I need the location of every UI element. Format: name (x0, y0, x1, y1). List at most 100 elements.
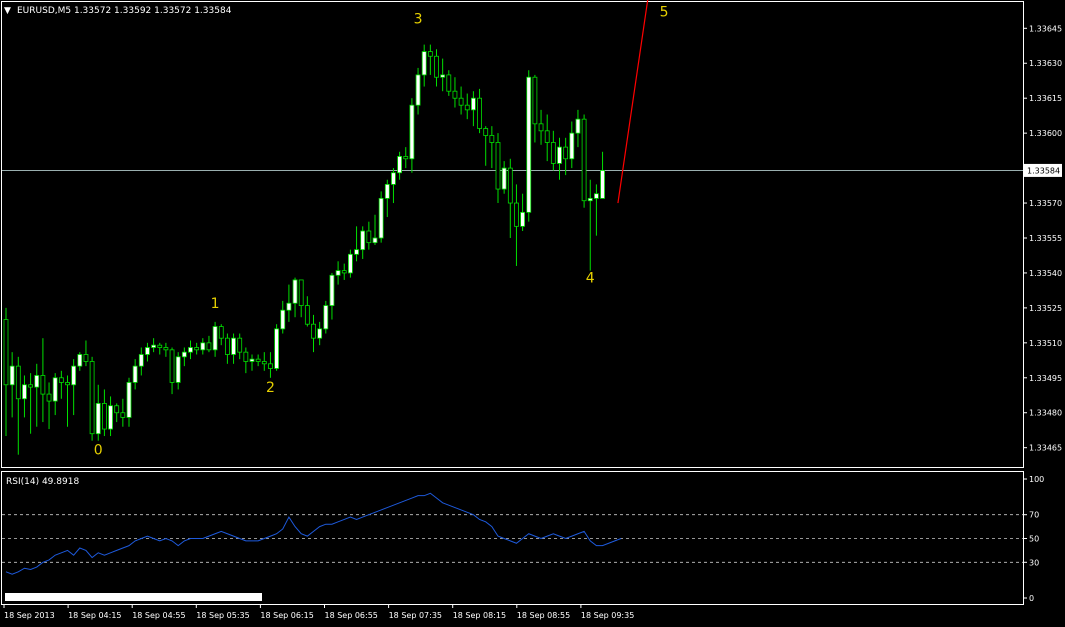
candle-body (329, 274, 335, 306)
candle (581, 114, 587, 208)
price-tick-label: 1.33615 (1029, 94, 1062, 103)
candle-body (114, 405, 120, 414)
candle-body (132, 365, 138, 383)
rsi-tick-label: 30 (1029, 558, 1039, 567)
price-tick-label: 1.33600 (1029, 129, 1062, 138)
candle-body (194, 347, 200, 351)
candle-body (22, 384, 27, 400)
current-price-tag: 1.33584 (1024, 163, 1062, 177)
candle-body (34, 375, 40, 388)
candle-body (77, 354, 83, 367)
candle-body (452, 90, 458, 99)
price-tick-label: 1.33570 (1029, 199, 1062, 208)
candle-body (434, 55, 439, 78)
candle-body (311, 323, 316, 339)
rsi-tick-label: 0 (1029, 594, 1034, 603)
candle-body (83, 354, 89, 362)
candle-body (427, 51, 433, 57)
time-tick-label: 18 Sep 08:15 (453, 611, 506, 620)
rsi-title: RSI(14) 49.8918 (6, 477, 79, 487)
candle-body (261, 361, 267, 365)
candle-body (514, 202, 519, 227)
candle-body (138, 354, 144, 367)
candle-body (421, 51, 427, 76)
candle-body (563, 146, 569, 160)
rsi-tick-label: 70 (1029, 511, 1039, 520)
candle-body (532, 76, 538, 125)
candle-body (58, 377, 64, 383)
candle-body (304, 305, 310, 325)
candle-body (581, 118, 587, 202)
price-tick-label: 1.33510 (1029, 339, 1062, 348)
wave-label: 4 (586, 270, 595, 286)
price-tick-label: 1.33630 (1029, 59, 1062, 68)
wave-label: 1 (211, 296, 220, 312)
candle-body (95, 403, 101, 435)
candle-body (557, 146, 562, 164)
candle-body (268, 363, 273, 369)
candle-body (89, 361, 95, 435)
candle-body (587, 197, 593, 202)
candle-body (495, 142, 501, 190)
candle-body (464, 104, 470, 111)
candle-body (126, 382, 132, 418)
candle-body (157, 344, 163, 348)
candle (274, 324, 280, 371)
time-tick-label: 18 Sep 04:55 (132, 611, 185, 620)
candle-body (102, 403, 107, 430)
candle-body (181, 351, 187, 358)
time-tick-label: 18 Sep 06:55 (325, 611, 378, 620)
price-tick-label: 1.33495 (1029, 374, 1062, 383)
price-tick-label: 1.33525 (1029, 304, 1062, 313)
candle-body (255, 358, 261, 362)
candle-body (378, 197, 384, 239)
candle-body (28, 384, 34, 388)
candle (323, 300, 329, 334)
candle-body (489, 135, 495, 143)
candle-body (9, 365, 15, 386)
candle-body (372, 237, 378, 244)
candle-body (243, 351, 249, 362)
scroll-bar[interactable] (5, 593, 262, 601)
candle-body (384, 184, 390, 199)
candle-body (575, 118, 581, 134)
candle-body (403, 156, 409, 160)
price-tick-label: 1.33645 (1029, 24, 1062, 33)
candle-body (415, 74, 421, 106)
candle-body (3, 319, 9, 386)
candle-body (188, 347, 193, 353)
candle-body (594, 193, 599, 199)
time-tick-label: 18 Sep 08:55 (517, 611, 570, 620)
time-tick-label: 18 Sep 2013 (4, 611, 55, 620)
candle-body (206, 342, 212, 351)
candle-body (600, 170, 605, 199)
candle-body (360, 230, 366, 251)
candle-body (71, 365, 77, 386)
candle (526, 70, 532, 222)
candle-body (212, 326, 218, 351)
wave-label: 5 (660, 5, 669, 21)
wave-label: 3 (414, 12, 423, 28)
candle-body (280, 309, 286, 330)
svg-text:1.33584: 1.33584 (1027, 166, 1060, 175)
time-tick-label: 18 Sep 07:35 (389, 611, 442, 620)
time-tick-label: 18 Sep 04:15 (68, 611, 121, 620)
candle-body (538, 123, 544, 132)
candle-body (151, 344, 157, 348)
candle-body (520, 211, 525, 227)
candle-body (46, 393, 52, 402)
candle-body (323, 305, 329, 330)
wave-label: 0 (94, 443, 103, 459)
candle-body (237, 337, 243, 353)
candle-body (292, 279, 298, 304)
candle-body (200, 342, 206, 351)
price-tick-label: 1.33540 (1029, 269, 1062, 278)
candle-body (366, 230, 372, 244)
candle-body (458, 97, 464, 106)
candle-body (169, 349, 175, 383)
candle-body (569, 132, 575, 160)
candle-body (120, 412, 126, 418)
candle-body (397, 156, 403, 174)
collapse-arrow-icon[interactable]: ▼ (4, 6, 11, 16)
candle-body (108, 405, 113, 430)
